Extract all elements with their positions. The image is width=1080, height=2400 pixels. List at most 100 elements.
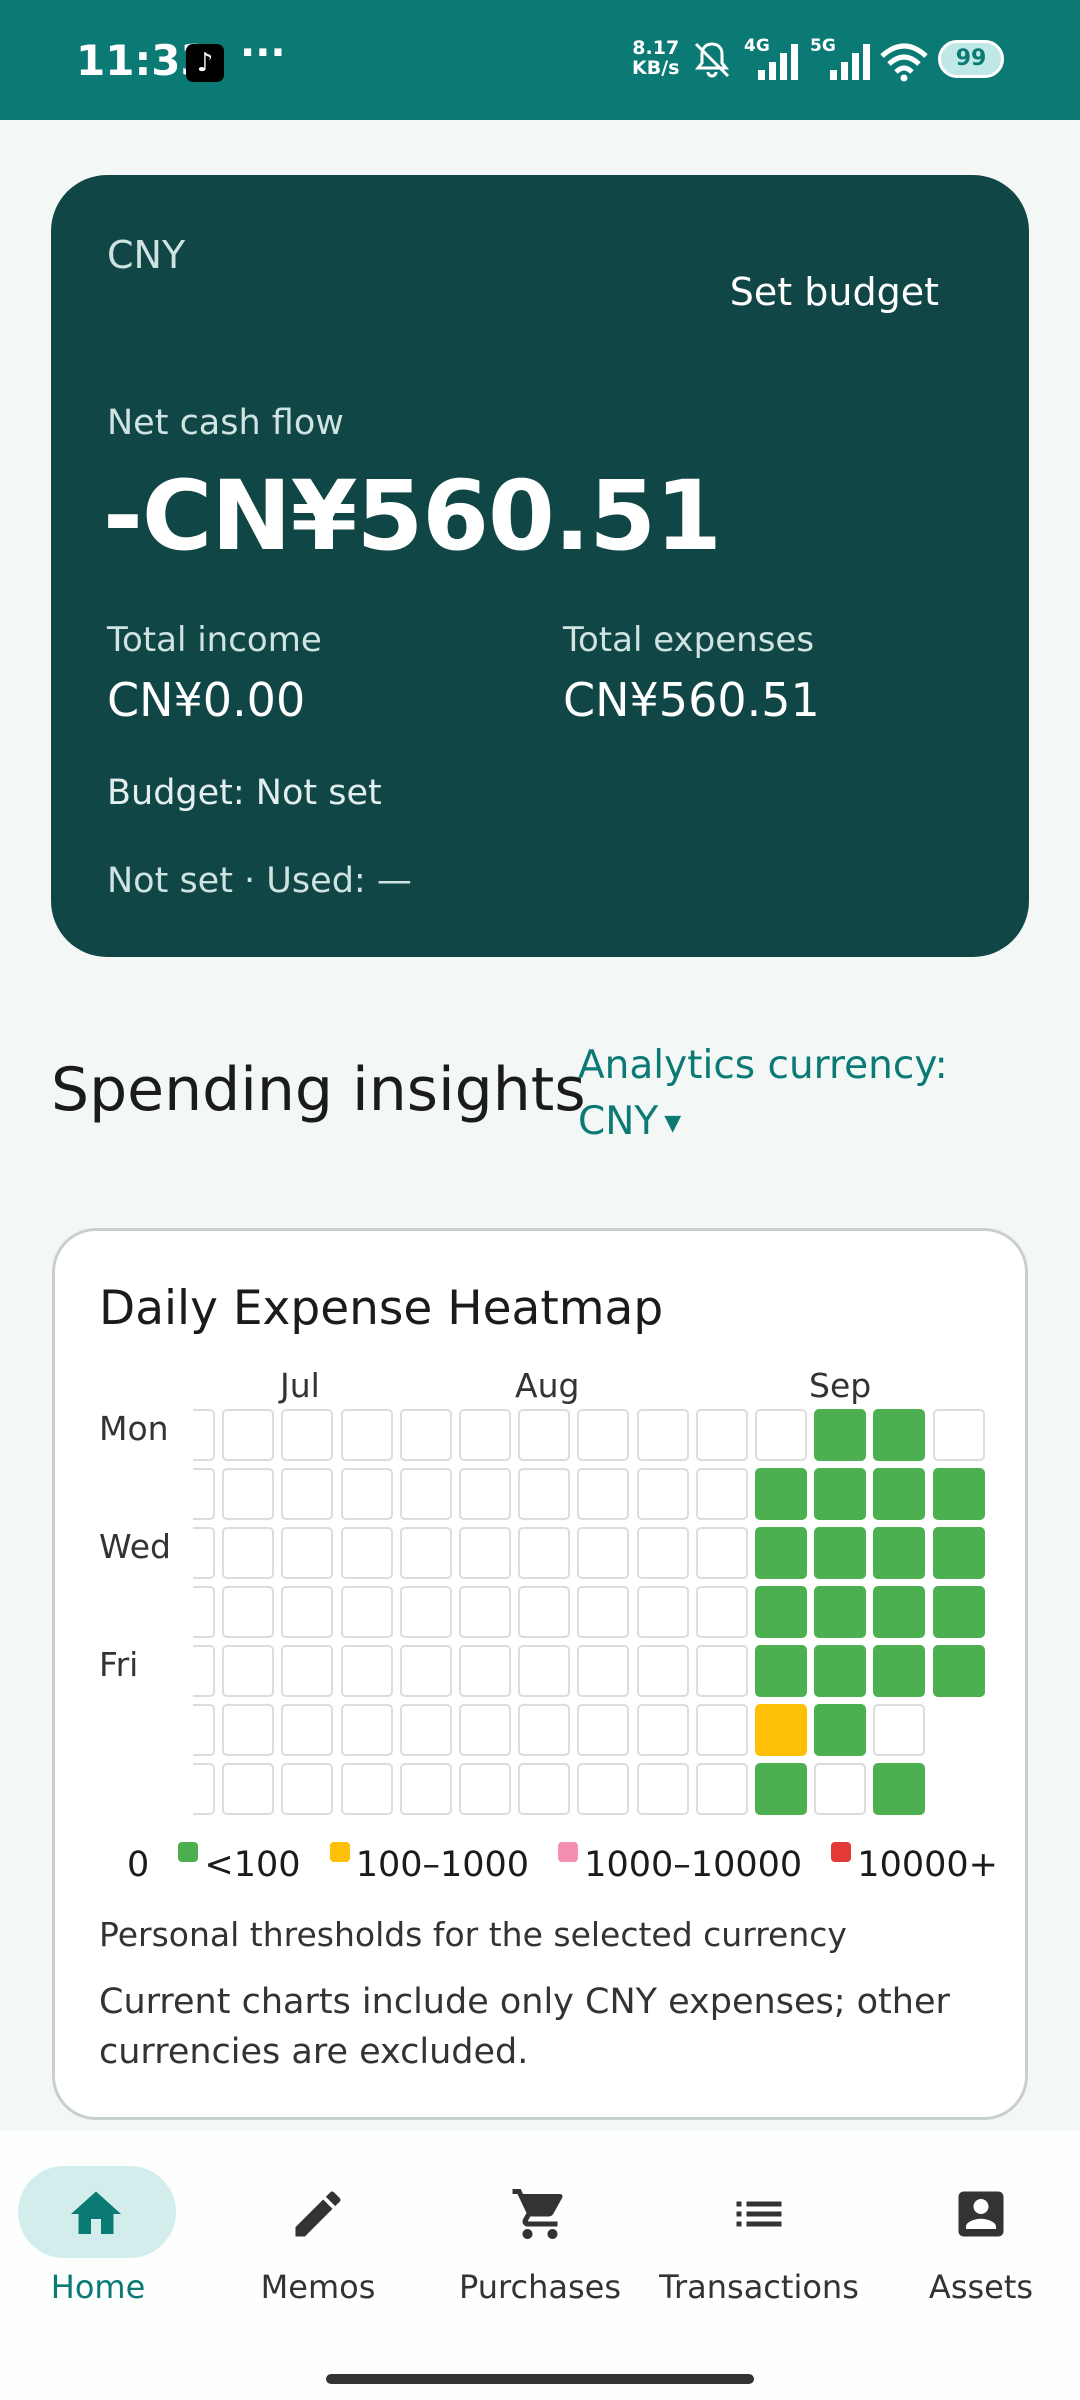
heatmap-cell [193,1645,215,1697]
heatmap-cell [814,1645,867,1697]
bottom-navigation: Home Memos Purchases Transactions Assets [0,2130,1080,2400]
nav-label-purchases: Purchases [459,2268,621,2306]
heatmap-cell [695,1645,748,1697]
set-budget-button[interactable]: Set budget [730,270,939,314]
heatmap-cell [281,1586,334,1638]
heatmap-cell [577,1409,630,1461]
heatmap-cell [518,1763,571,1815]
legend-label-10000plus: 10000+ [857,1845,998,1885]
heatmap-cell [340,1468,393,1520]
heatmap-cell [873,1468,926,1520]
more-notifications-icon: ··· [240,30,286,76]
heatmap-cell [222,1645,275,1697]
heatmap-cell [459,1586,511,1638]
battery-icon: 99 [938,40,1004,78]
day-label-wed: Wed [99,1527,171,1566]
heatmap-cell [518,1586,571,1638]
heatmap-cell [814,1763,867,1815]
heatmap-cell [222,1763,275,1815]
heatmap-cell [636,1645,689,1697]
heatmap-cell [281,1704,334,1756]
heatmap-cell [755,1586,807,1638]
total-expenses-label: Total expenses [563,620,815,660]
legend-label-1000-10000: 1000–10000 [584,1845,803,1885]
heatmap-cell [399,1409,452,1461]
heatmap-cell [695,1704,748,1756]
heatmap-cell [340,1763,393,1815]
heatmap-cell [222,1704,275,1756]
summary-card: CNY Set budget Net cash flow -CN¥560.51 … [51,175,1029,957]
heatmap-cell [459,1704,511,1756]
heatmap-cell [932,1586,985,1638]
heatmap-cell [755,1527,807,1579]
nav-item-home[interactable]: Home [0,2130,216,2310]
heatmap-cell [636,1586,689,1638]
heatmap-cell [518,1468,571,1520]
heatmap-cell [695,1468,748,1520]
heatmap-cell [932,1409,985,1461]
heatmap-cell [222,1468,275,1520]
month-label-jul: Jul [280,1366,320,1405]
summary-currency: CNY [107,233,186,277]
network-speed-unit: KB/s [632,57,680,79]
heatmap-title: Daily Expense Heatmap [99,1281,664,1336]
list-icon [736,2201,782,2227]
heatmap-cell [399,1704,452,1756]
heatmap-cell [636,1409,689,1461]
net-cash-flow-value: -CN¥560.51 [103,460,722,572]
heatmap-cell [577,1645,630,1697]
heatmap-cell [518,1704,571,1756]
heatmap-cell [193,1704,215,1756]
nav-item-purchases[interactable]: Purchases [432,2130,648,2310]
wifi-icon [880,43,928,82]
nav-label-home: Home [50,2268,146,2306]
budget-usage: Not set · Used: — [107,861,412,901]
heatmap-cell [193,1409,215,1461]
mute-bell-icon [694,42,730,78]
heatmap-cell [577,1586,630,1638]
heatmap-cell [340,1527,393,1579]
heatmap-cell [755,1409,807,1461]
status-bar: 11:33 ♪ ··· 8.17 KB/s 4G 5G 99 [0,0,1080,120]
nav-item-transactions[interactable]: Transactions [651,2130,867,2310]
account-box-icon [958,2191,1004,2237]
analytics-currency-selector[interactable]: Analytics currency: CNY ▼ [578,1038,948,1152]
budget-status: Budget: Not set [107,773,382,813]
gesture-bar [326,2374,754,2384]
nav-item-memos[interactable]: Memos [210,2130,426,2310]
month-label-sep: Sep [809,1366,872,1405]
heatmap-cell [193,1763,215,1815]
legend-zero: 0 [127,1845,150,1885]
heatmap-cell [636,1704,689,1756]
heatmap-cell [340,1409,393,1461]
heatmap-cell [399,1645,452,1697]
nav-label-memos: Memos [260,2268,376,2306]
heatmap-cell [695,1409,748,1461]
day-label-fri: Fri [99,1645,139,1684]
heatmap-cell [636,1527,689,1579]
heatmap-cell [577,1763,630,1815]
heatmap-cell [755,1468,807,1520]
heatmap-cell [755,1704,807,1756]
nav-item-assets[interactable]: Assets [873,2130,1080,2310]
heatmap-cell [577,1527,630,1579]
heatmap-cell [399,1763,452,1815]
heatmap-cell [518,1645,571,1697]
heatmap-cell [814,1527,867,1579]
network-speed-value: 8.17 [632,37,680,59]
month-label-aug: Aug [515,1366,580,1405]
heatmap-cell [222,1586,275,1638]
heatmap-cell [281,1645,334,1697]
heatmap-cell [340,1645,393,1697]
heatmap-cell [399,1527,452,1579]
heatmap-cell [222,1409,275,1461]
heatmap-cell [222,1527,275,1579]
heatmap-cell [873,1704,926,1756]
heatmap-cell [755,1645,807,1697]
heatmap-cell [814,1468,867,1520]
nav-label-transactions: Transactions [659,2268,859,2306]
heatmap-cell [281,1468,334,1520]
legend-swatch-red [831,1842,852,1862]
heatmap-cell [873,1409,926,1461]
network-speed: 8.17 KB/s [632,38,679,78]
